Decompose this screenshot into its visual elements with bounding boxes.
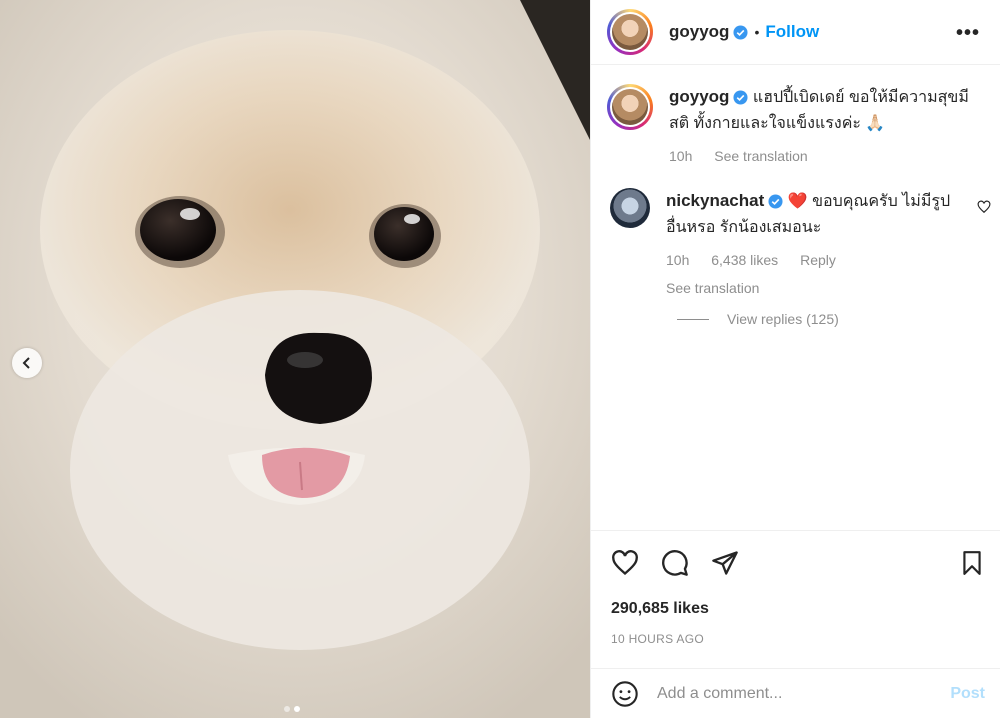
verified-badge-icon [733, 90, 748, 105]
post-time[interactable]: 10 HOURS AGO [611, 632, 704, 646]
emoji-smiley-icon[interactable] [611, 680, 639, 708]
commenter-avatar[interactable] [610, 188, 650, 228]
likes-count[interactable]: 290,685 likes [611, 600, 709, 618]
follow-button[interactable]: Follow [765, 22, 819, 42]
caption-username[interactable]: goyyog [669, 87, 729, 106]
replies-line [677, 318, 709, 320]
view-replies-label: View replies (125) [727, 311, 839, 327]
caption: goyyog แฮปปี้เบิดเดย์ ขอให้มีความสุขมีสต… [607, 84, 987, 169]
verified-badge-icon [733, 24, 748, 40]
verified-badge-icon [768, 194, 783, 209]
like-comment-heart-icon[interactable] [977, 200, 991, 214]
comment-composer: Add a comment... Post [591, 668, 1000, 719]
comment-bubble-icon[interactable] [661, 549, 689, 577]
author-avatar[interactable] [607, 9, 653, 55]
comment-input[interactable]: Add a comment... [657, 685, 950, 703]
post-panel: goyyog • Follow ••• goyyog แฮปปี้เบิดเดย… [590, 0, 1000, 718]
separator: • [754, 24, 760, 40]
comment-see-translation[interactable]: See translation [666, 275, 966, 301]
carousel-indicator [284, 706, 300, 712]
caption-time[interactable]: 10h [669, 148, 692, 164]
comment-heart-emoji: ❤️ [787, 193, 808, 210]
share-paper-plane-icon[interactable] [711, 549, 739, 577]
comment-reply-button[interactable]: Reply [800, 252, 836, 268]
save-bookmark-icon[interactable] [959, 549, 985, 577]
caption-see-translation[interactable]: See translation [714, 148, 807, 164]
author-username[interactable]: goyyog [669, 22, 729, 42]
view-replies-button[interactable]: View replies (125) [677, 311, 839, 327]
caption-author-avatar[interactable] [607, 84, 653, 130]
pomeranian-photo [0, 0, 590, 718]
comment-likes[interactable]: 6,438 likes [711, 252, 778, 268]
actions-section [591, 530, 1000, 597]
like-heart-icon[interactable] [611, 549, 639, 577]
post-header: goyyog • Follow ••• [591, 0, 1000, 65]
comment-time[interactable]: 10h [666, 252, 689, 268]
comment: nickynachat ❤️ ขอบคุณครับ ไม่มีรูปอื่นหร… [607, 188, 991, 301]
post-comment-button[interactable]: Post [950, 685, 985, 703]
carousel-dot-active [294, 706, 300, 712]
chevron-left-icon [22, 357, 30, 369]
comment-username[interactable]: nickynachat [666, 191, 764, 210]
more-options-icon[interactable]: ••• [956, 22, 980, 45]
carousel-previous-button[interactable] [12, 348, 42, 378]
carousel-dot [284, 706, 290, 712]
post-image[interactable] [0, 0, 590, 718]
